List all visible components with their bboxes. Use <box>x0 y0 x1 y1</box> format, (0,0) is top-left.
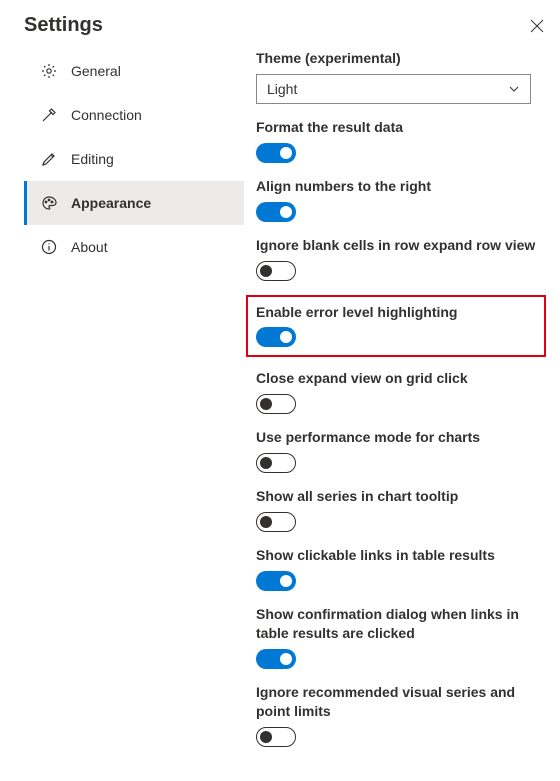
sidebar-item-label: Editing <box>71 151 114 167</box>
setting-label: Align numbers to the right <box>256 177 542 196</box>
setting-format-result: Format the result data <box>256 118 542 163</box>
sidebar-item-label: General <box>71 63 121 79</box>
setting-label: Format the result data <box>256 118 542 137</box>
toggle-error-highlighting[interactable] <box>256 327 296 347</box>
setting-label: Show all series in chart tooltip <box>256 487 542 506</box>
sidebar-item-connection[interactable]: Connection <box>24 93 244 137</box>
setting-align-numbers: Align numbers to the right <box>256 177 542 222</box>
setting-link-confirm: Show confirmation dialog when links in t… <box>256 605 542 669</box>
toggle-align-numbers[interactable] <box>256 202 296 222</box>
toggle-perf-mode[interactable] <box>256 453 296 473</box>
info-icon <box>41 239 57 255</box>
page-title: Settings <box>24 14 103 37</box>
header: Settings <box>24 14 550 37</box>
setting-error-highlighting: Enable error level highlighting <box>256 303 536 348</box>
theme-select[interactable]: Light <box>256 74 531 104</box>
setting-close-expand: Close expand view on grid click <box>256 369 542 414</box>
toggle-ignore-blank[interactable] <box>256 261 296 281</box>
setting-label: Ignore recommended visual series and poi… <box>256 683 542 721</box>
toggle-format-result[interactable] <box>256 143 296 163</box>
chevron-down-icon <box>508 83 520 95</box>
setting-label: Use performance mode for charts <box>256 428 542 447</box>
setting-perf-mode: Use performance mode for charts <box>256 428 542 473</box>
setting-clickable-links: Show clickable links in table results <box>256 546 542 591</box>
setting-label: Enable error level highlighting <box>256 303 536 322</box>
toggle-all-series-tooltip[interactable] <box>256 512 296 532</box>
palette-icon <box>41 195 57 211</box>
sidebar-item-label: Appearance <box>71 195 151 211</box>
sidebar-item-appearance[interactable]: Appearance <box>24 181 244 225</box>
plug-icon <box>41 107 57 123</box>
setting-label: Show clickable links in table results <box>256 546 542 565</box>
setting-label: Show confirmation dialog when links in t… <box>256 605 542 643</box>
sidebar-item-about[interactable]: About <box>24 225 244 269</box>
toggle-link-confirm[interactable] <box>256 649 296 669</box>
sidebar-item-editing[interactable]: Editing <box>24 137 244 181</box>
setting-ignore-blank: Ignore blank cells in row expand row vie… <box>256 236 542 281</box>
close-icon[interactable] <box>530 19 544 33</box>
setting-ignore-limits: Ignore recommended visual series and poi… <box>256 683 542 747</box>
toggle-close-expand[interactable] <box>256 394 296 414</box>
settings-content: Theme (experimental) Light Format the re… <box>244 47 550 781</box>
theme-value: Light <box>267 81 297 97</box>
sidebar-item-label: Connection <box>71 107 142 123</box>
pencil-icon <box>41 151 57 167</box>
setting-all-series-tooltip: Show all series in chart tooltip <box>256 487 542 532</box>
sidebar-item-label: About <box>71 239 108 255</box>
toggle-ignore-limits[interactable] <box>256 727 296 747</box>
toggle-clickable-links[interactable] <box>256 571 296 591</box>
highlight-box: Enable error level highlighting <box>246 295 546 358</box>
setting-label: Close expand view on grid click <box>256 369 542 388</box>
sidebar: General Connection Editing Appearance <box>24 47 244 781</box>
sidebar-item-general[interactable]: General <box>24 49 244 93</box>
setting-label: Ignore blank cells in row expand row vie… <box>256 236 542 255</box>
setting-theme: Theme (experimental) Light <box>256 49 542 104</box>
setting-label: Theme (experimental) <box>256 49 542 68</box>
settings-panel: Settings General Connection <box>0 0 560 781</box>
gear-icon <box>41 63 57 79</box>
